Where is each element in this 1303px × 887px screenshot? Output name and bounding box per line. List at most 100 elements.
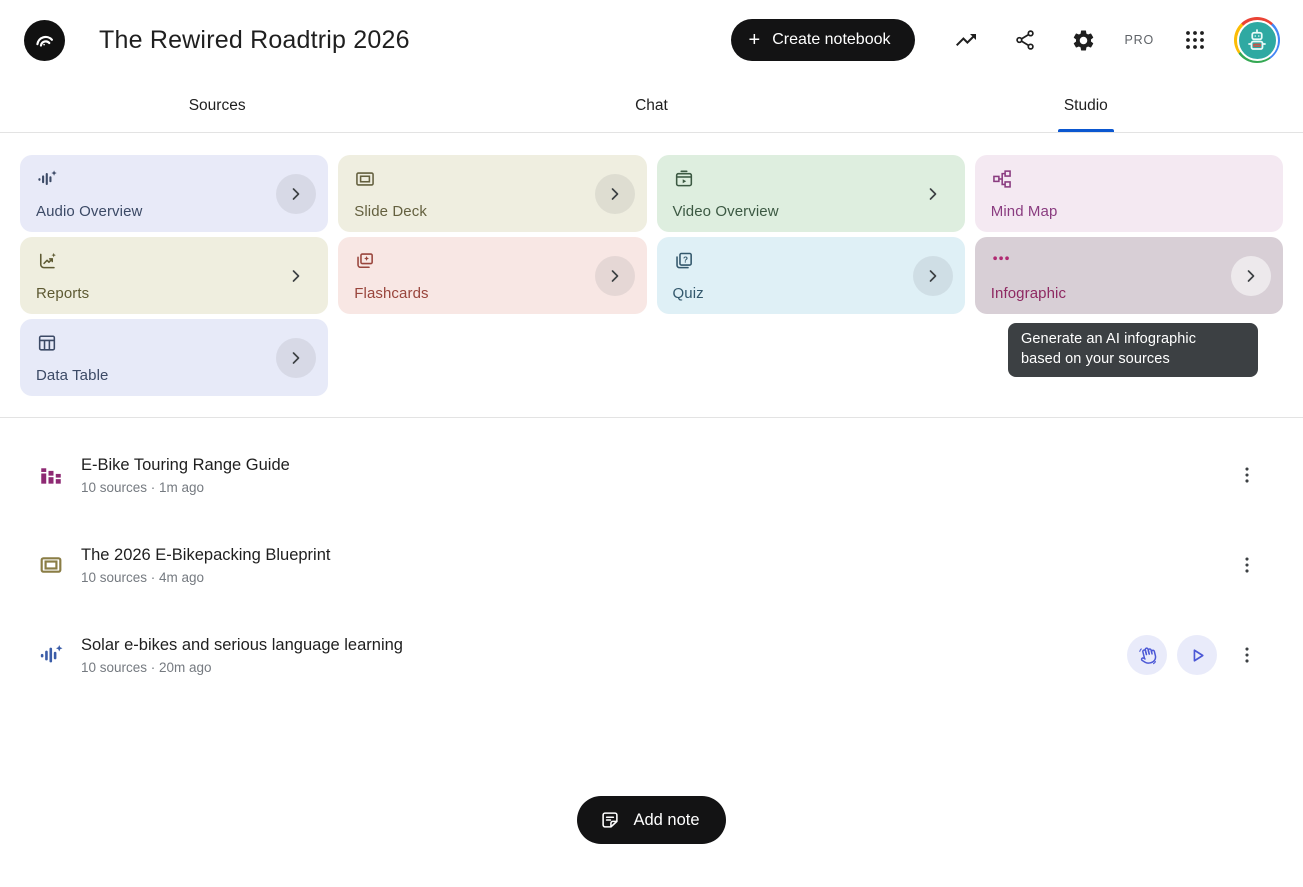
analytics-button[interactable] bbox=[946, 20, 986, 60]
chevron-right-icon[interactable] bbox=[276, 174, 316, 214]
card-video-overview[interactable]: Video Overview bbox=[657, 155, 965, 232]
svg-text:?: ? bbox=[683, 255, 688, 264]
kebab-menu-icon bbox=[1236, 464, 1258, 486]
kebab-menu-icon bbox=[1236, 554, 1258, 576]
footer-bar: Add note bbox=[0, 796, 1303, 844]
chevron-right-icon[interactable] bbox=[913, 256, 953, 296]
quiz-cards-icon: ? bbox=[673, 250, 695, 272]
artifact-actions bbox=[1227, 457, 1265, 493]
tab-sources-label: Sources bbox=[189, 97, 246, 115]
artifact-row-slide-deck[interactable]: The 2026 E-Bikepacking Blueprint 10 sour… bbox=[38, 520, 1265, 610]
artifact-meta: 10 sources · 1m ago bbox=[81, 480, 1227, 495]
interactive-mode-button[interactable] bbox=[1127, 635, 1167, 675]
audio-waveform-sparkle-icon bbox=[36, 168, 58, 190]
trending-up-icon bbox=[954, 28, 978, 52]
robot-avatar-icon bbox=[1237, 20, 1278, 61]
card-reports[interactable]: Reports bbox=[20, 237, 328, 314]
tooltip-line-1: Generate an AI infographic bbox=[1021, 331, 1196, 347]
add-note-label: Add note bbox=[633, 811, 699, 830]
card-label: Infographic bbox=[991, 285, 1267, 302]
waving-hand-icon bbox=[1137, 645, 1158, 666]
card-label: Mind Map bbox=[991, 203, 1267, 220]
pro-badge: PRO bbox=[1125, 33, 1155, 47]
infographic-bars-icon bbox=[38, 462, 64, 488]
artifact-row-audio-overview[interactable]: Solar e-bikes and serious language learn… bbox=[38, 610, 1265, 700]
plus-icon: + bbox=[749, 30, 761, 50]
flashcards-star-icon bbox=[354, 250, 376, 272]
card-label: Video Overview bbox=[673, 203, 949, 220]
ellipsis-loading-icon bbox=[991, 250, 1013, 272]
tab-studio[interactable]: Studio bbox=[869, 80, 1303, 132]
more-options-button[interactable] bbox=[1229, 547, 1265, 583]
artifact-text: E-Bike Touring Range Guide 10 sources · … bbox=[81, 456, 1227, 495]
artifact-text: Solar e-bikes and serious language learn… bbox=[81, 636, 1127, 675]
artifact-row-infographic[interactable]: E-Bike Touring Range Guide 10 sources · … bbox=[38, 430, 1265, 520]
slide-frame-icon bbox=[38, 552, 64, 578]
video-player-icon bbox=[673, 168, 695, 190]
create-notebook-label: Create notebook bbox=[772, 31, 890, 49]
chevron-right-icon[interactable] bbox=[913, 174, 953, 214]
card-label: Audio Overview bbox=[36, 203, 312, 220]
report-chart-sparkle-icon bbox=[36, 250, 58, 272]
tab-chat-label: Chat bbox=[635, 97, 668, 115]
apps-grid-icon bbox=[1183, 28, 1207, 52]
artifact-list: E-Bike Touring Range Guide 10 sources · … bbox=[0, 418, 1303, 700]
card-quiz[interactable]: ? Quiz bbox=[657, 237, 965, 314]
play-audio-button[interactable] bbox=[1177, 635, 1217, 675]
top-bar: The Rewired Roadtrip 2026 + Create noteb… bbox=[0, 0, 1303, 80]
card-label: Data Table bbox=[36, 367, 312, 384]
active-tab-underline bbox=[1058, 129, 1114, 132]
card-label: Quiz bbox=[673, 285, 949, 302]
kebab-menu-icon bbox=[1236, 644, 1258, 666]
notebooklm-app: The Rewired Roadtrip 2026 + Create noteb… bbox=[0, 0, 1303, 887]
tab-studio-label: Studio bbox=[1064, 97, 1108, 115]
artifact-actions bbox=[1227, 547, 1265, 583]
chevron-right-icon[interactable] bbox=[1231, 256, 1271, 296]
tooltip-line-2: based on your sources bbox=[1021, 351, 1170, 367]
chevron-right-icon[interactable] bbox=[276, 338, 316, 378]
artifact-meta: 10 sources · 20m ago bbox=[81, 660, 1127, 675]
card-slide-deck[interactable]: Slide Deck bbox=[338, 155, 646, 232]
chevron-right-icon[interactable] bbox=[595, 256, 635, 296]
gear-icon bbox=[1071, 28, 1096, 53]
data-table-grid-icon bbox=[36, 332, 58, 354]
card-label: Flashcards bbox=[354, 285, 630, 302]
tab-bar: Sources Chat Studio bbox=[0, 80, 1303, 133]
create-notebook-button[interactable]: + Create notebook bbox=[731, 19, 915, 61]
card-data-table[interactable]: Data Table bbox=[20, 319, 328, 396]
top-bar-left: The Rewired Roadtrip 2026 bbox=[24, 20, 410, 61]
tab-chat[interactable]: Chat bbox=[434, 80, 868, 132]
more-options-button[interactable] bbox=[1229, 637, 1265, 673]
chevron-right-icon[interactable] bbox=[595, 174, 635, 214]
card-infographic[interactable]: Infographic bbox=[975, 237, 1283, 314]
share-icon bbox=[1013, 28, 1037, 52]
card-audio-overview[interactable]: Audio Overview bbox=[20, 155, 328, 232]
card-label: Reports bbox=[36, 285, 312, 302]
note-icon bbox=[599, 809, 621, 831]
more-options-button[interactable] bbox=[1229, 457, 1265, 493]
apps-grid-button[interactable] bbox=[1175, 20, 1215, 60]
artifact-title: The 2026 E-Bikepacking Blueprint bbox=[81, 546, 1227, 565]
account-avatar[interactable] bbox=[1234, 17, 1280, 63]
play-icon bbox=[1187, 645, 1208, 666]
top-bar-right: + Create notebook PRO bbox=[731, 17, 1281, 63]
add-note-button[interactable]: Add note bbox=[577, 796, 725, 844]
card-label: Slide Deck bbox=[354, 203, 630, 220]
artifact-title: E-Bike Touring Range Guide bbox=[81, 456, 1227, 475]
infographic-tooltip: Generate an AI infographic based on your… bbox=[1008, 323, 1258, 377]
audio-waveform-sparkle-icon bbox=[38, 642, 64, 668]
settings-button[interactable] bbox=[1064, 20, 1104, 60]
artifact-meta: 10 sources · 4m ago bbox=[81, 570, 1227, 585]
notebooklm-logo-icon[interactable] bbox=[24, 20, 65, 61]
card-mind-map[interactable]: Mind Map bbox=[975, 155, 1283, 232]
tab-sources[interactable]: Sources bbox=[0, 80, 434, 132]
artifact-actions bbox=[1127, 635, 1265, 675]
share-button[interactable] bbox=[1005, 20, 1045, 60]
artifact-text: The 2026 E-Bikepacking Blueprint 10 sour… bbox=[81, 546, 1227, 585]
notebook-title[interactable]: The Rewired Roadtrip 2026 bbox=[99, 26, 410, 55]
artifact-title: Solar e-bikes and serious language learn… bbox=[81, 636, 1127, 655]
mind-map-nodes-icon bbox=[991, 168, 1013, 190]
slide-frame-icon bbox=[354, 168, 376, 190]
chevron-right-icon[interactable] bbox=[276, 256, 316, 296]
card-flashcards[interactable]: Flashcards bbox=[338, 237, 646, 314]
